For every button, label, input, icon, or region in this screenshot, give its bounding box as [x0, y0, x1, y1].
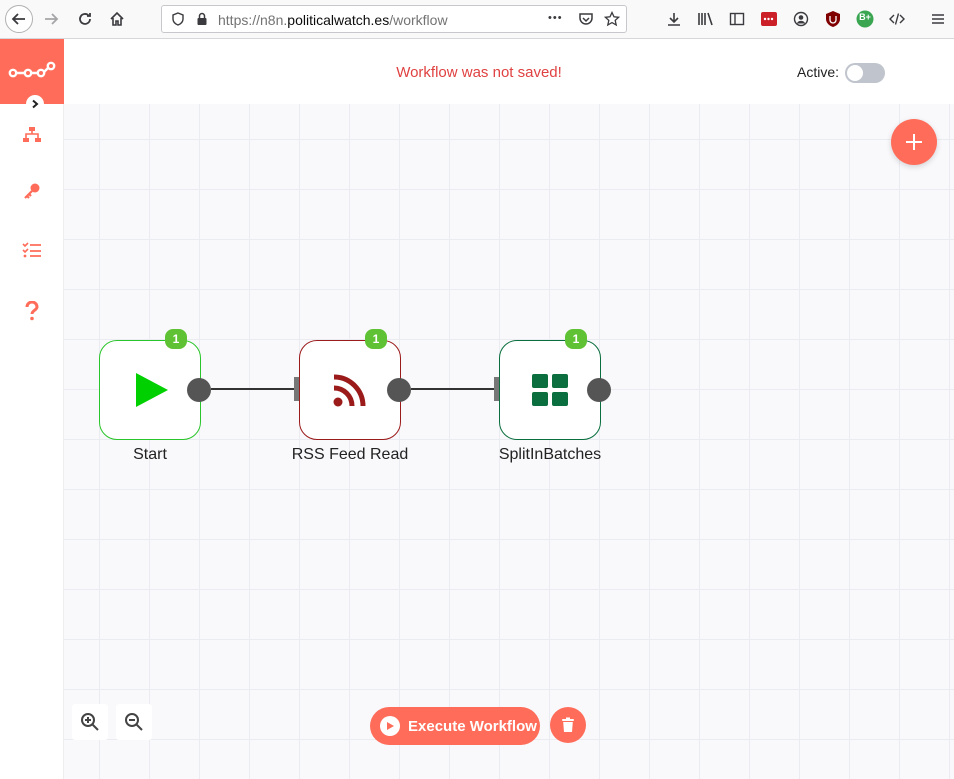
node-rss-feed-read[interactable]: 1 [299, 329, 401, 440]
active-label: Active: [797, 64, 840, 80]
n8n-logo-icon [8, 61, 56, 78]
sidebar [0, 39, 64, 779]
node-start[interactable]: 1 [99, 329, 201, 440]
node-label: Start [133, 446, 167, 463]
add-node-button[interactable] [891, 119, 937, 165]
toggle-knob [847, 65, 863, 81]
node-label: RSS Feed Read [291, 446, 409, 463]
page-actions-menu[interactable]: ••• [548, 12, 563, 24]
downloads-icon[interactable] [664, 9, 684, 29]
bookmark-star-icon[interactable] [603, 10, 621, 27]
zoom-in-icon [81, 713, 99, 731]
sidebar-item-help[interactable] [20, 299, 44, 323]
node-badge: 1 [565, 329, 587, 349]
node-output-handle[interactable] [587, 378, 611, 402]
sidebar-toggle-icon[interactable] [727, 9, 747, 29]
hamburger-menu-icon[interactable] [928, 9, 948, 29]
arrow-right-icon [45, 13, 59, 25]
node-label: SplitInBatches [498, 446, 602, 463]
tasks-list-icon [22, 242, 41, 258]
url-prefix: https://n8n. [218, 12, 288, 28]
addon-badge-icon[interactable]: B+ [855, 9, 875, 29]
url-text: https://n8n.politicalwatch.es/workflow [218, 12, 448, 28]
url-path: /workflow [389, 12, 448, 28]
workflow-canvas[interactable]: 1 Start 1 RSS Feed Read 1 SplitInBatches… [64, 104, 954, 779]
trash-icon [562, 717, 574, 732]
account-icon[interactable] [791, 9, 811, 29]
save-status-message: Workflow was not saved! [396, 64, 562, 81]
execute-workflow-label: Execute Workflow [408, 717, 537, 735]
lastpass-icon[interactable] [759, 9, 779, 29]
rss-icon [333, 374, 366, 407]
node-output-handle[interactable] [387, 378, 411, 402]
connection-rss-split[interactable] [411, 388, 498, 390]
zoom-out-icon [125, 713, 143, 731]
sitemap-icon [23, 127, 41, 142]
reload-button[interactable] [72, 6, 98, 32]
grid-icon [532, 374, 568, 406]
ublock-icon[interactable] [823, 9, 843, 29]
connection-start-rss[interactable] [211, 388, 298, 390]
sidebar-item-credentials[interactable] [20, 179, 44, 203]
key-icon [24, 183, 40, 199]
question-icon [25, 301, 39, 321]
node-output-handle[interactable] [187, 378, 211, 402]
lock-icon[interactable] [194, 11, 210, 27]
devtools-icon[interactable] [887, 9, 907, 29]
node-badge: 1 [165, 329, 187, 349]
forward-button[interactable] [38, 6, 64, 32]
execute-workflow-button[interactable]: Execute Workflow [370, 707, 540, 745]
home-button[interactable] [104, 6, 130, 32]
sidebar-collapse-button[interactable] [26, 95, 44, 113]
sidebar-item-workflows[interactable] [20, 123, 44, 147]
addon-badge-label: B+ [859, 12, 871, 22]
browser-toolbar: https://n8n.politicalwatch.es/workflow •… [0, 0, 954, 39]
home-icon [110, 11, 124, 26]
play-icon [136, 373, 168, 407]
chevron-right-icon [32, 99, 39, 109]
workflow-header: Workflow was not saved! Active: [64, 39, 954, 104]
library-icon[interactable] [696, 9, 716, 29]
node-split-in-batches[interactable]: 1 [499, 329, 601, 440]
play-circle-icon [380, 716, 400, 736]
back-button[interactable] [5, 5, 33, 33]
reload-icon [79, 13, 91, 25]
pocket-icon[interactable] [578, 11, 594, 27]
plus-icon [906, 134, 922, 150]
zoom-in-button[interactable] [72, 704, 108, 740]
delete-workflow-button[interactable] [550, 707, 586, 743]
sidebar-item-executions[interactable] [20, 238, 44, 262]
zoom-out-button[interactable] [116, 704, 152, 740]
node-badge: 1 [365, 329, 387, 349]
active-toggle[interactable] [845, 63, 885, 83]
url-host: politicalwatch.es [287, 12, 390, 28]
shield-icon[interactable] [170, 11, 186, 27]
url-bar[interactable]: https://n8n.politicalwatch.es/workflow •… [161, 5, 627, 33]
arrow-left-icon [11, 13, 25, 25]
